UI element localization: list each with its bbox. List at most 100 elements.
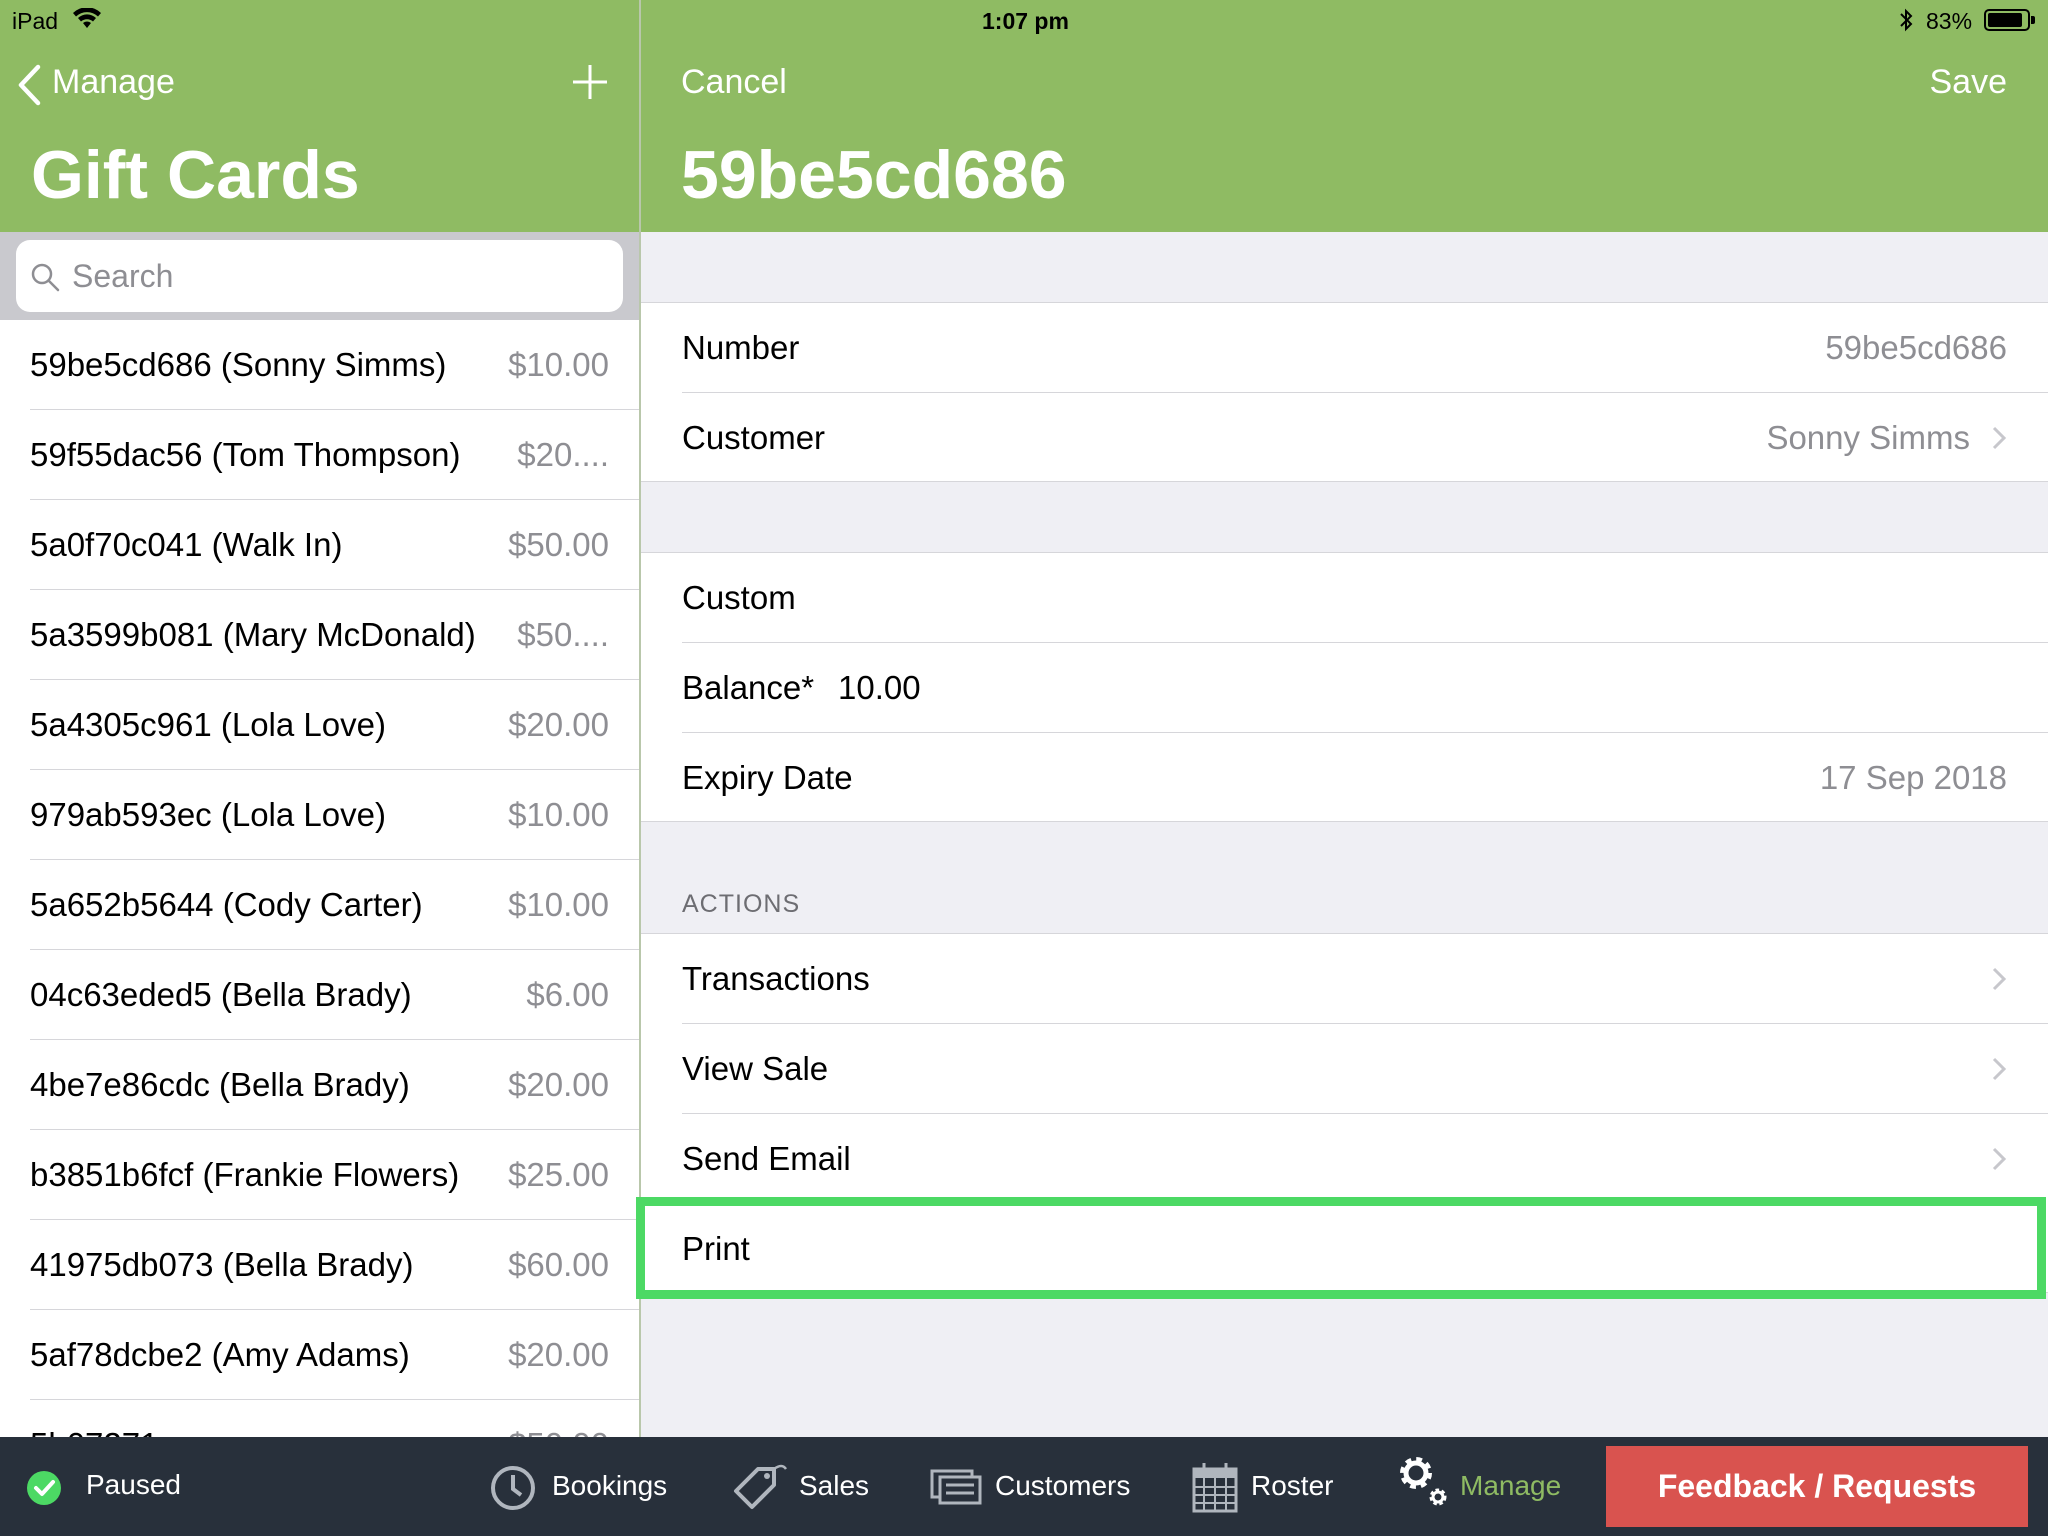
gift-card-amount: $50.00 (508, 526, 609, 563)
gift-card-amount: $10.00 (508, 796, 609, 833)
gift-card-row[interactable]: 04c63eded5 (Bella Brady) $6.00 (0, 950, 640, 1040)
send-email-row[interactable]: Send Email (641, 1114, 2048, 1204)
tab-roster[interactable]: Roster (1192, 1457, 1342, 1517)
gift-card-name: 5a0f70c041 (Walk In) (30, 526, 343, 563)
customers-label: Customers (995, 1470, 1131, 1501)
transactions-row[interactable]: Transactions (641, 934, 2048, 1024)
customer-row[interactable]: Customer Sonny Simms (641, 393, 2048, 483)
gift-card-row[interactable]: 5af78dcbe2 (Amy Adams) $20.00 (0, 1310, 640, 1400)
chevron-right-icon (1992, 426, 2007, 450)
gift-card-row[interactable]: 5b07271... $50.00 (0, 1400, 640, 1437)
gift-card-amount: $60.00 (508, 1246, 609, 1283)
gift-card-row[interactable]: 5a0f70c041 (Walk In) $50.00 (0, 500, 640, 590)
search-input[interactable] (72, 240, 612, 312)
paused-status[interactable]: Paused (26, 1467, 194, 1507)
top-header: iPad 1:07 pm 83% Manage Gift Cards Cance… (0, 0, 2048, 232)
send-email-label: Send Email (682, 1140, 851, 1177)
gift-card-row[interactable]: 5a652b5644 (Cody Carter) $10.00 (0, 860, 640, 950)
chevron-right-icon (1992, 1147, 2007, 1171)
search-field[interactable] (16, 240, 623, 312)
roster-label: Roster (1251, 1470, 1334, 1501)
bluetooth-icon (1900, 8, 1913, 32)
gift-card-name: 4be7e86cdc (Bella Brady) (30, 1066, 410, 1103)
expiry-row[interactable]: Expiry Date 17 Sep 2018 (641, 733, 2048, 823)
gift-card-row[interactable]: 59f55dac56 (Tom Thompson) $20.... (0, 410, 640, 500)
gift-card-name: 59f55dac56 (Tom Thompson) (30, 436, 461, 473)
custom-row[interactable]: Custom (641, 553, 2048, 643)
back-label: Manage (52, 63, 175, 101)
number-label: Number (682, 329, 800, 366)
calendar-icon (1192, 1463, 1238, 1513)
view-sale-row[interactable]: View Sale (641, 1024, 2048, 1114)
gift-card-row[interactable]: 41975db073 (Bella Brady) $60.00 (0, 1220, 640, 1310)
battery-percent: 83% (1926, 8, 1973, 34)
gift-card-row[interactable]: 979ab593ec (Lola Love) $10.00 (0, 770, 640, 860)
gift-card-name: b3851b6fcf (Frankie Flowers) (30, 1156, 460, 1193)
search-icon (31, 263, 60, 292)
cancel-button[interactable]: Cancel (681, 63, 787, 102)
gift-card-row[interactable]: b3851b6fcf (Frankie Flowers) $25.00 (0, 1130, 640, 1220)
manage-label: Manage (1460, 1470, 1562, 1501)
balance-row[interactable]: Balance* 10.00 (641, 643, 2048, 733)
gift-card-amount: $10.00 (508, 346, 609, 383)
balance-label: Balance* (682, 669, 815, 706)
number-row: Number 59be5cd686 (641, 303, 2048, 393)
gift-card-name: 5af78dcbe2 (Amy Adams) (30, 1336, 410, 1373)
battery-icon (1984, 9, 2035, 31)
number-value: 59be5cd686 (1825, 329, 2007, 366)
gift-card-amount: $50.... (517, 616, 609, 653)
gift-card-row[interactable]: 4be7e86cdc (Bella Brady) $20.00 (0, 1040, 640, 1130)
feedback-requests-button[interactable]: Feedback / Requests (1606, 1446, 2028, 1527)
gift-card-amount: $20.00 (508, 1336, 609, 1373)
clock: 1:07 pm (982, 8, 1069, 34)
gift-card-row[interactable]: 59be5cd686 (Sonny Simms) $10.00 (0, 320, 640, 410)
gift-card-name: 5b07271... (30, 1400, 186, 1437)
search-bar (0, 232, 640, 320)
gift-card-amount: $50.00 (508, 1400, 609, 1437)
chevron-right-icon (1992, 1057, 2007, 1081)
gift-card-amount: $20.... (517, 436, 609, 473)
sales-label: Sales (799, 1470, 870, 1501)
gift-card-amount: $20.00 (508, 1066, 609, 1103)
gift-card-amount: $10.00 (508, 886, 609, 923)
bookings-label: Bookings (552, 1470, 668, 1501)
bottom-tab-bar: Paused Bookings Sales Customers Roster M… (0, 1437, 2048, 1536)
gift-card-list-pane: 59be5cd686 (Sonny Simms) $10.00 59f55dac56… (0, 232, 640, 1437)
price-tag-icon (734, 1464, 788, 1509)
print-highlight (636, 1197, 2046, 1299)
gift-card-name: 59be5cd686 (Sonny Simms) (30, 346, 447, 383)
view-sale-label: View Sale (682, 1050, 829, 1087)
expiry-value[interactable]: 17 Sep 2018 (1820, 733, 2007, 823)
tab-sales[interactable]: Sales (732, 1457, 872, 1517)
gift-card-amount: $6.00 (526, 976, 609, 1013)
gear-icon (1400, 1457, 1447, 1506)
gift-card-name: 5a4305c961 (Lola Love) (30, 706, 386, 743)
gift-card-name: 41975db073 (Bella Brady) (30, 1246, 414, 1283)
page-title: Gift Cards (31, 137, 360, 213)
tab-bookings[interactable]: Bookings (490, 1457, 670, 1517)
expiry-label: Expiry Date (682, 759, 853, 796)
actions-header: ACTIONS (682, 890, 801, 918)
transactions-label: Transactions (682, 960, 870, 997)
tab-manage[interactable]: Manage (1394, 1451, 1564, 1517)
gift-card-name: 04c63eded5 (Bella Brady) (30, 976, 412, 1013)
device-label: iPad (12, 8, 59, 34)
custom-label: Custom (682, 579, 796, 616)
chevron-left-icon (18, 64, 41, 106)
info-group: Number 59be5cd686 Customer Sonny Simms (641, 302, 2048, 482)
paused-label: Paused (86, 1469, 181, 1500)
back-button[interactable]: Manage (16, 60, 186, 110)
gift-card-amount: $20.00 (508, 706, 609, 743)
save-button[interactable]: Save (1930, 63, 2008, 102)
add-icon[interactable] (571, 63, 609, 101)
custom-group: Custom Balance* 10.00 Expiry Date 17 Sep… (641, 552, 2048, 822)
chevron-right-icon (1992, 967, 2007, 991)
customer-value: Sonny Simms (1766, 419, 1970, 456)
gift-card-row[interactable]: 5a4305c961 (Lola Love) $20.00 (0, 680, 640, 770)
customers-icon (930, 1469, 982, 1505)
tab-customers[interactable]: Customers (930, 1457, 1130, 1517)
wifi-icon (73, 8, 101, 28)
gift-card-row[interactable]: 5a3599b081 (Mary McDonald) $50.... (0, 590, 640, 680)
balance-input[interactable]: 10.00 (838, 643, 921, 733)
gift-card-name: 5a652b5644 (Cody Carter) (30, 886, 423, 923)
